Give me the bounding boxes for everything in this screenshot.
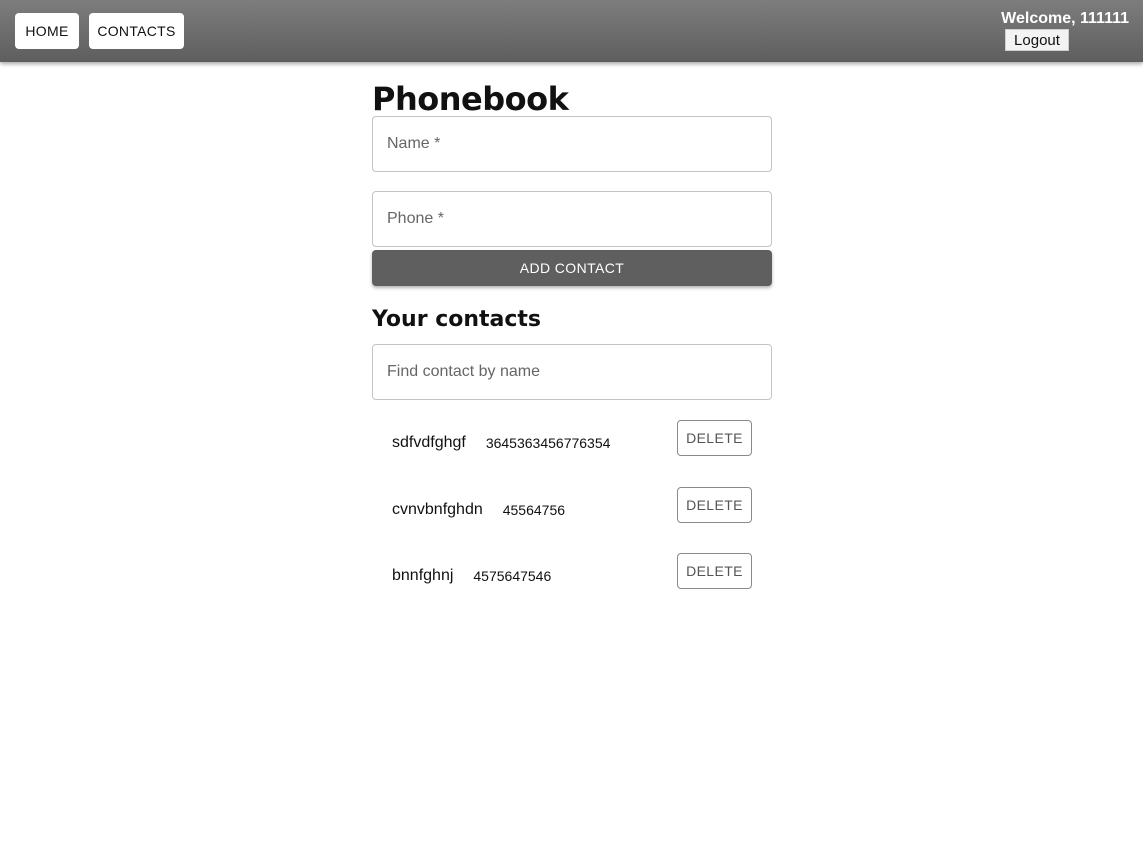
page-title: Phonebook [372,80,569,118]
name-field[interactable] [372,116,772,172]
contacts-heading: Your contacts [372,307,542,332]
contact-name: cvnvbnfghdn [392,500,483,518]
name-input[interactable] [373,117,771,171]
contact-phone: 3645363456776354 [485,435,611,452]
welcome-text: Welcome, 111111 [1001,10,1129,27]
phone-input[interactable] [373,192,771,246]
nav-home-button[interactable]: HOME [15,13,79,49]
add-contact-button[interactable]: ADD CONTACT [372,250,772,286]
phone-field[interactable] [372,191,772,247]
contact-phone: 45564756 [502,501,566,518]
logout-button[interactable]: Logout [1005,29,1069,51]
contact-item: sdfvdfghgf 3645363456776354 DELETE [372,410,772,477]
contact-item: bnnfghnj 4575647546 DELETE [372,543,772,610]
contact-name: sdfvdfghgf [392,434,466,452]
contact-list: sdfvdfghgf 3645363456776354 DELETE cvnvb… [372,410,772,610]
nav-contacts-button[interactable]: CONTACTS [89,13,184,49]
search-input[interactable] [373,345,771,399]
contact-phone: 4575647546 [473,568,552,585]
delete-contact-button[interactable]: DELETE [677,553,752,589]
contact-name: bnnfghnj [392,567,454,585]
app-bar: HOME CONTACTS Welcome, 111111 Logout [0,0,1143,62]
search-field[interactable] [372,344,772,400]
contact-item: cvnvbnfghdn 45564756 DELETE [372,477,772,544]
delete-contact-button[interactable]: DELETE [677,420,752,456]
delete-contact-button[interactable]: DELETE [677,486,752,523]
